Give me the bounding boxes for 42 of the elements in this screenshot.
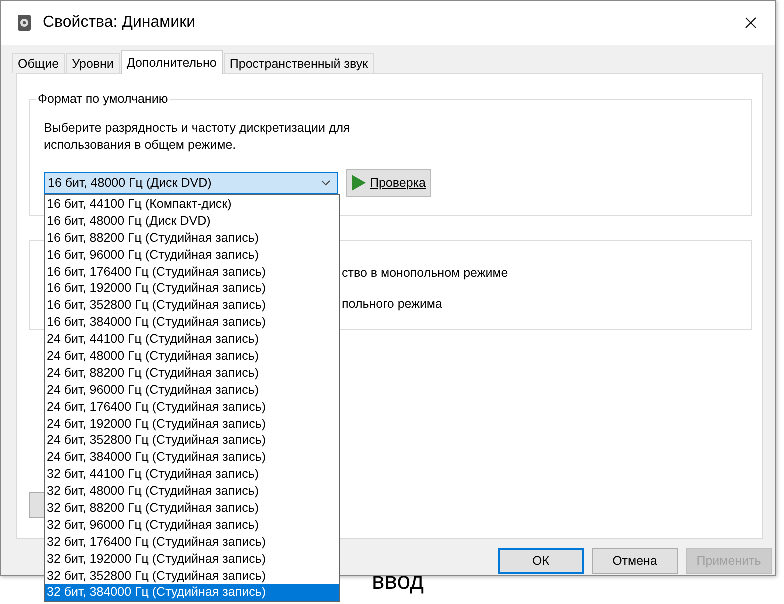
dropdown-option[interactable]: 16 бит, 352800 Гц (Студийная запись) [45, 297, 339, 314]
dropdown-option[interactable]: 32 бит, 96000 Гц (Студийная запись) [45, 516, 339, 534]
tab[interactable]: Уровни [66, 53, 120, 73]
dropdown-option[interactable]: 32 бит, 384000 Гц (Студийная запись) [45, 584, 339, 602]
close-icon [745, 17, 757, 29]
dropdown-option[interactable]: 24 бит, 192000 Гц (Студийная запись) [45, 416, 339, 432]
tab[interactable]: Дополнительно [120, 50, 223, 74]
dropdown-option[interactable]: 24 бит, 44100 Гц (Студийная запись) [45, 331, 339, 348]
dropdown-option[interactable]: 32 бит, 352800 Гц (Студийная запись) [45, 568, 339, 584]
dropdown-option[interactable]: 16 бит, 192000 Гц (Студийная запись) [45, 280, 339, 298]
dropdown-option[interactable]: 24 бит, 88200 Гц (Студийная запись) [45, 364, 339, 382]
format-dropdown[interactable]: 16 бит, 48000 Гц (Диск DVD) [44, 172, 338, 194]
tab[interactable]: Общие [12, 53, 66, 73]
dropdown-option[interactable]: 32 бит, 48000 Гц (Студийная запись) [45, 483, 339, 500]
play-icon [351, 174, 367, 192]
dropdown-option[interactable]: 24 бит, 384000 Гц (Студийная запись) [45, 449, 339, 466]
dropdown-option[interactable]: 24 бит, 176400 Гц (Студийная запись) [45, 398, 339, 416]
option-label: польного режима [342, 297, 442, 311]
dropdown-option[interactable]: 24 бит, 96000 Гц (Студийная запись) [45, 382, 339, 399]
dropdown-option[interactable]: 24 бит, 48000 Гц (Студийная запись) [45, 348, 339, 365]
dropdown-option[interactable]: 16 бит, 176400 Гц (Студийная запись) [45, 264, 339, 280]
background-text: ввод [372, 568, 424, 596]
dropdown-option[interactable]: 16 бит, 44100 Гц (Компакт-диск) [45, 196, 339, 213]
dropdown-option[interactable]: 16 бит, 384000 Гц (Студийная запись) [45, 314, 339, 332]
dialog-button[interactable]: ОК [498, 548, 584, 574]
dropdown-option[interactable]: 32 бит, 192000 Гц (Студийная запись) [45, 550, 339, 568]
dropdown-option[interactable]: 16 бит, 96000 Гц (Студийная запись) [45, 246, 339, 264]
option-label: ство в монопольном режиме [342, 266, 508, 280]
dropdown-option[interactable]: 24 бит, 352800 Гц (Студийная запись) [45, 432, 339, 450]
test-button[interactable]: Проверка [346, 169, 431, 197]
dropdown-option[interactable]: 16 бит, 88200 Гц (Студийная запись) [45, 230, 339, 247]
dropdown-option[interactable]: 32 бит, 176400 Гц (Студийная запись) [45, 534, 339, 551]
speaker-icon [17, 14, 33, 32]
dropdown-option[interactable]: 32 бит, 44100 Гц (Студийная запись) [45, 466, 339, 484]
group-title: Формат по умолчанию [36, 92, 170, 106]
chevron-icon [321, 180, 331, 186]
dropdown-option[interactable]: 16 бит, 48000 Гц (Диск DVD) [45, 212, 339, 230]
dialog-button[interactable]: Отмена [592, 548, 678, 574]
window-title: Свойства: Динамики [43, 14, 196, 32]
description-text: Выберите разрядность и частоту дискретизации для использования в общем режиме. [44, 120, 352, 154]
tab[interactable]: Пространственный звук [224, 53, 374, 73]
dropdown-option[interactable]: 32 бит, 88200 Гц (Студийная запись) [45, 500, 339, 517]
